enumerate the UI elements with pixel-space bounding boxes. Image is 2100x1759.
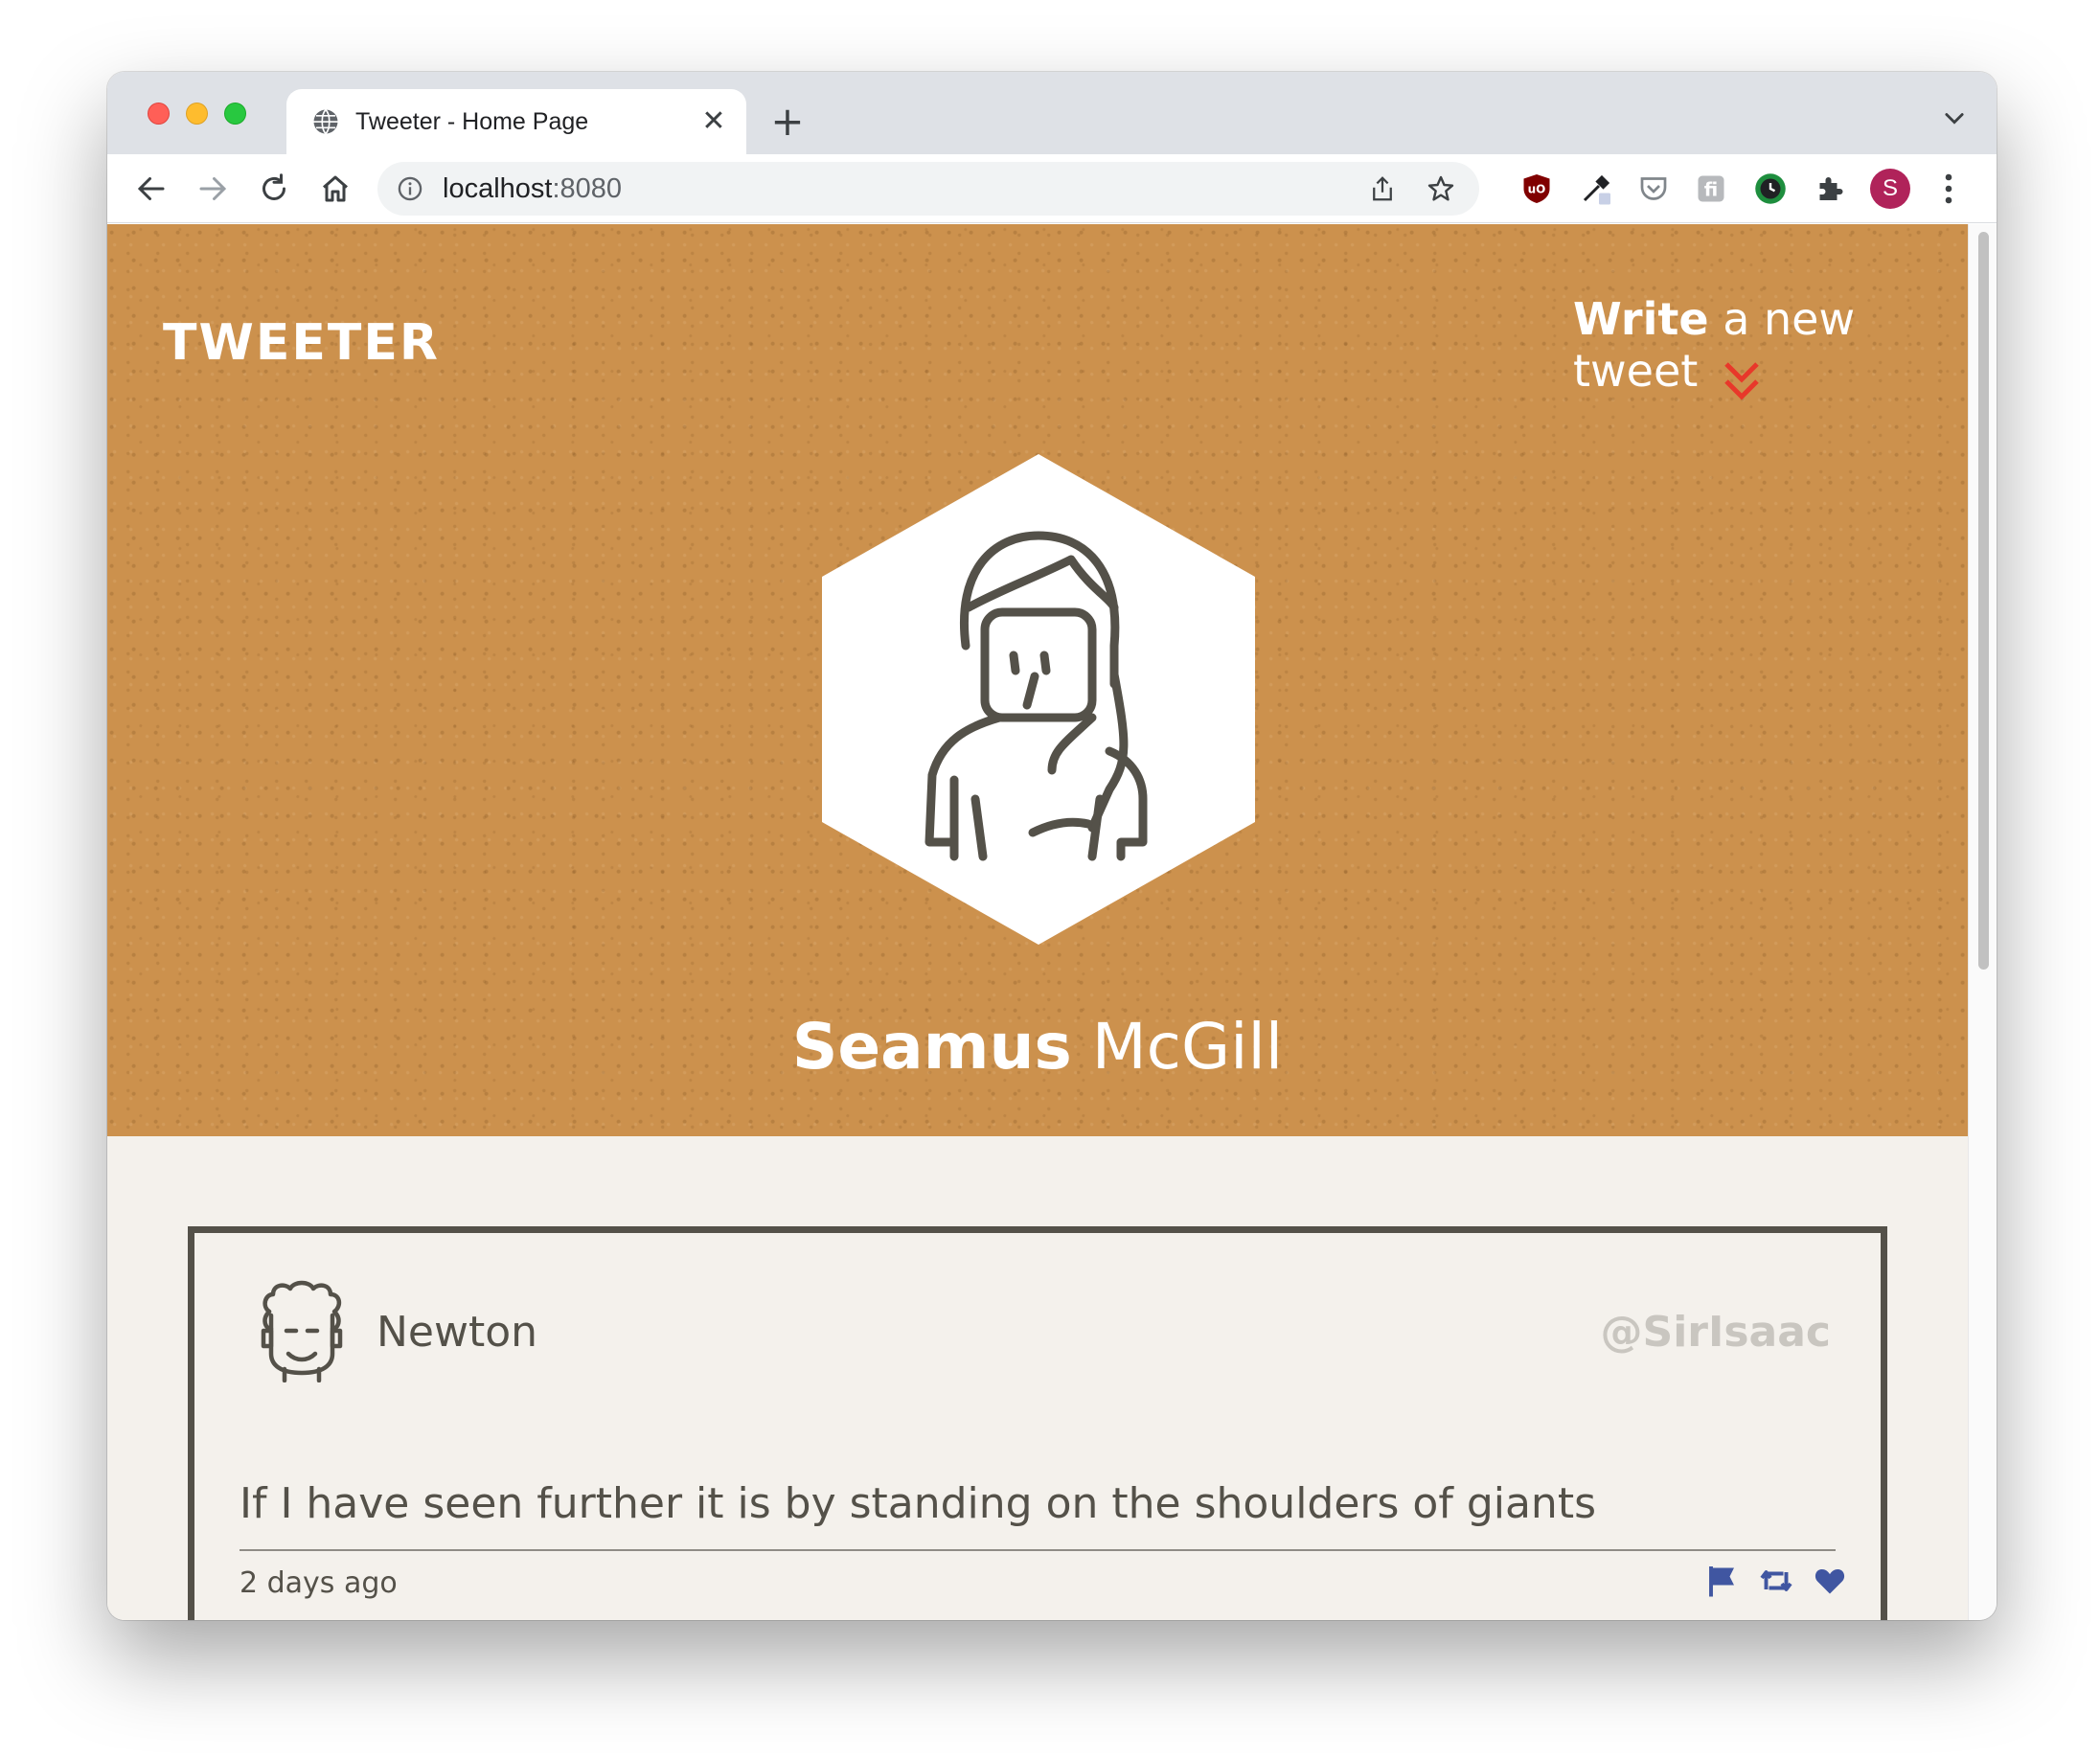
reload-icon[interactable] xyxy=(257,171,291,206)
tab-title: Tweeter - Home Page xyxy=(355,108,589,135)
tweet-text: If I have seen further it is by standing… xyxy=(240,1479,1596,1528)
close-window-button[interactable] xyxy=(148,103,170,125)
pocket-icon[interactable] xyxy=(1636,171,1671,206)
address-bar[interactable]: localhost:8080 xyxy=(377,162,1479,216)
profile-avatar-hexagon xyxy=(822,454,1255,945)
retweet-icon[interactable] xyxy=(1758,1564,1794,1598)
chevron-down-icon[interactable] xyxy=(1941,104,1968,131)
tab-strip: Tweeter - Home Page ✕ + xyxy=(107,72,1997,154)
minimize-window-button[interactable] xyxy=(186,103,208,125)
page-scrollbar[interactable] xyxy=(1968,224,1997,1620)
svg-text:uO: uO xyxy=(1528,183,1546,196)
browser-toolbar: localhost:8080 uO fi S xyxy=(107,154,1997,223)
home-icon[interactable] xyxy=(318,171,353,206)
kebab-menu-icon[interactable] xyxy=(1943,171,1954,206)
browser-window: Tweeter - Home Page ✕ + localhost:8080 u… xyxy=(107,72,1997,1620)
share-icon[interactable] xyxy=(1368,174,1397,203)
tweet-timestamp: 2 days ago xyxy=(240,1566,398,1600)
forward-arrow-icon[interactable] xyxy=(195,171,230,206)
tweet-author-handle: @SirIsaac xyxy=(1600,1308,1832,1357)
heart-icon[interactable] xyxy=(1812,1564,1848,1598)
info-icon[interactable] xyxy=(397,175,423,202)
ublock-icon[interactable]: uO xyxy=(1519,171,1554,206)
page-viewport: TWEETER Write a new tweet Seamus McGill … xyxy=(107,224,1968,1620)
flag-icon[interactable] xyxy=(1704,1564,1741,1598)
profile-name: Seamus McGill xyxy=(791,1010,1284,1084)
back-arrow-icon[interactable] xyxy=(134,171,169,206)
maximize-window-button[interactable] xyxy=(224,103,246,125)
profile-header: TWEETER Write a new tweet Seamus McGill xyxy=(107,224,1968,1136)
double-chevron-down-icon[interactable] xyxy=(1721,358,1763,404)
tab-tweeter-home[interactable]: Tweeter - Home Page ✕ xyxy=(286,89,746,154)
puzzle-icon[interactable] xyxy=(1813,171,1847,206)
extension-icon[interactable]: fi xyxy=(1694,171,1728,206)
scrollbar-thumb[interactable] xyxy=(1978,232,1989,970)
new-tab-button[interactable]: + xyxy=(768,102,807,142)
globe-icon xyxy=(313,108,338,135)
eyedropper-icon[interactable] xyxy=(1579,171,1613,206)
newton-avatar-icon xyxy=(261,1280,343,1382)
tab-close-icon[interactable]: ✕ xyxy=(698,106,729,137)
tweet-divider xyxy=(240,1549,1836,1551)
write-tweet-link[interactable]: Write a new tweet xyxy=(1573,293,1968,397)
url-text: localhost:8080 xyxy=(443,173,623,204)
star-icon[interactable] xyxy=(1426,173,1456,204)
clock-icon[interactable] xyxy=(1753,171,1788,206)
site-logo[interactable]: TWEETER xyxy=(163,314,440,372)
svg-text:fi: fi xyxy=(1704,179,1718,201)
tweet-author-name: Newton xyxy=(377,1308,538,1357)
tweet-card: Newton @SirIsaac If I have seen further … xyxy=(188,1226,1887,1620)
profile-avatar[interactable]: S xyxy=(1870,169,1910,209)
